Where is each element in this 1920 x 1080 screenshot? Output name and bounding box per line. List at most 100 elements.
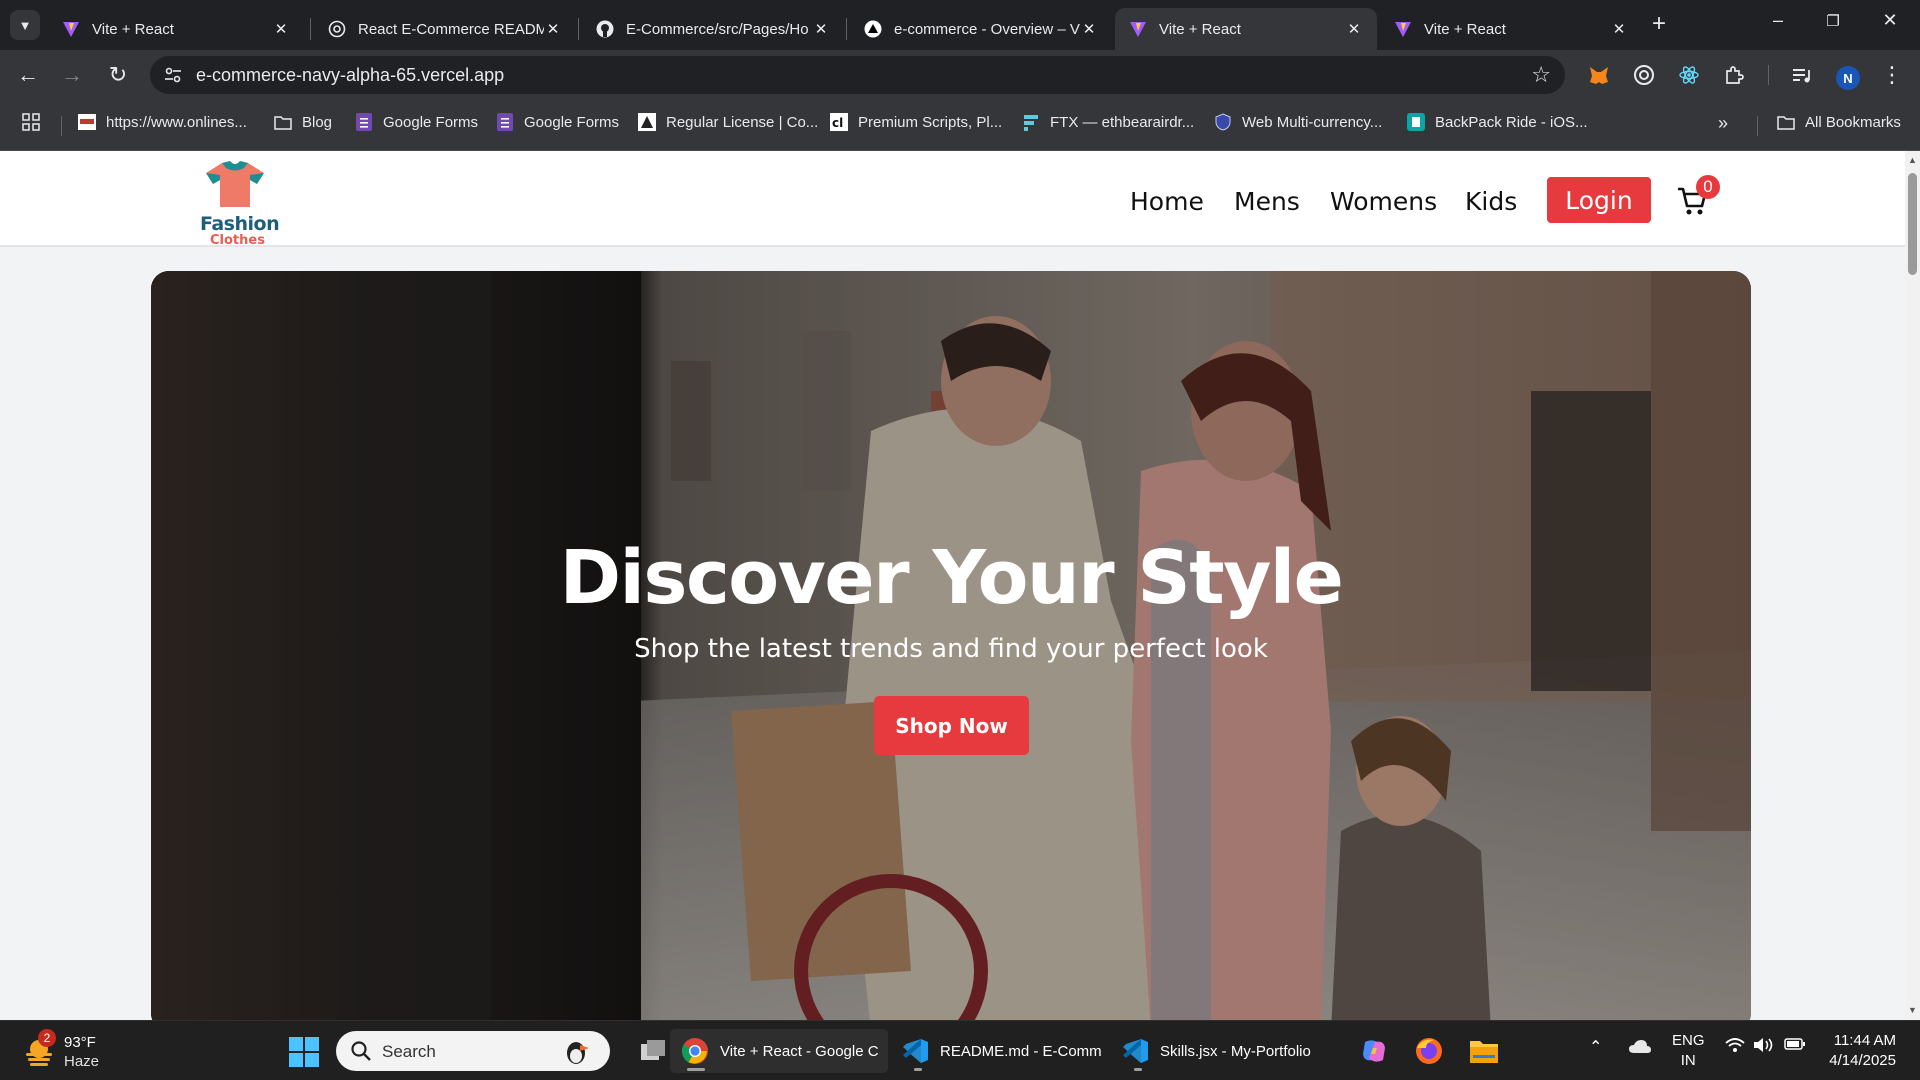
nav-link-mens[interactable]: Mens: [1234, 187, 1300, 216]
tab-4-active[interactable]: Vite + React ✕: [1115, 8, 1377, 50]
nav-link-home[interactable]: Home: [1130, 187, 1204, 216]
apps-grid-icon[interactable]: [22, 113, 40, 131]
weather-widget[interactable]: 2 93°F Haze: [20, 1029, 140, 1071]
bookmark-label: Premium Scripts, Pl...: [858, 113, 1003, 131]
close-icon[interactable]: ✕: [544, 20, 562, 38]
bookmark-label: Blog: [302, 113, 333, 131]
logo-text-bottom: Clothes: [210, 233, 265, 248]
bookmark-label: Web Multi-currency...: [1242, 113, 1383, 131]
restore-icon[interactable]: ❐: [1819, 12, 1847, 30]
tray-overflow-icon[interactable]: ⌃: [1589, 1037, 1602, 1057]
bookmark-item[interactable]: BackPack Ride - iOS...: [1407, 113, 1588, 131]
firefox-icon[interactable]: [1407, 1029, 1451, 1073]
page-viewport: Fashion Clothes Home Mens Womens Kids Lo…: [0, 151, 1905, 1020]
toolbar-divider: [1768, 65, 1769, 85]
close-icon[interactable]: ✕: [812, 20, 830, 38]
browser-toolbar: ← → ↻ e-commerce-navy-alpha-65.vercel.ap…: [0, 50, 1920, 100]
language-indicator[interactable]: ENG IN: [1672, 1031, 1705, 1071]
address-bar[interactable]: e-commerce-navy-alpha-65.vercel.app ☆: [150, 56, 1565, 94]
bookmark-item[interactable]: Blog: [274, 113, 332, 131]
taskbar-search[interactable]: Search: [336, 1031, 610, 1071]
scroll-thumb[interactable]: [1908, 173, 1917, 275]
cart-count-badge: 0: [1696, 175, 1720, 199]
taskbar-app-label: Vite + React - Google C: [720, 1042, 879, 1060]
tab-title: E-Commerce/src/Pages/Ho: [626, 20, 809, 38]
system-clock[interactable]: 11:44 AM 4/14/2025: [1829, 1031, 1896, 1071]
tab-2[interactable]: E-Commerce/src/Pages/Ho ✕: [582, 8, 844, 50]
tab-title: e-commerce - Overview – V: [894, 20, 1080, 38]
puffin-icon: [567, 1042, 589, 1064]
envato-icon: [638, 113, 656, 131]
reload-icon[interactable]: ↻: [104, 62, 132, 88]
bookmark-item[interactable]: FTX — ethbearairdr...: [1022, 113, 1194, 131]
new-tab-button[interactable]: +: [1652, 11, 1666, 37]
page-scrollbar[interactable]: ▲ ▼: [1905, 151, 1920, 1020]
all-bookmarks[interactable]: All Bookmarks: [1777, 113, 1901, 131]
lang-bottom: IN: [1680, 1052, 1696, 1069]
bookmark-item[interactable]: Regular License | Co...: [638, 113, 818, 131]
clock-time: 11:44 AM: [1833, 1032, 1896, 1049]
tab-3[interactable]: e-commerce - Overview – V ✕: [850, 8, 1112, 50]
scroll-down-icon[interactable]: ▼: [1908, 1005, 1917, 1015]
nav-link-womens[interactable]: Womens: [1330, 187, 1437, 216]
hero-banner: Discover Your Style Shop the latest tren…: [151, 271, 1751, 1020]
running-indicator: [1134, 1068, 1142, 1071]
close-icon[interactable]: ✕: [1345, 20, 1363, 38]
login-button[interactable]: Login: [1547, 177, 1651, 223]
vite-icon: [62, 20, 80, 38]
site-logo[interactable]: Fashion Clothes: [196, 159, 280, 248]
tab-1[interactable]: React E-Commerce READM ✕: [314, 8, 576, 50]
more-bookmarks-icon[interactable]: »: [1718, 113, 1728, 134]
bookmark-star-icon[interactable]: ☆: [1531, 62, 1551, 88]
battery-icon[interactable]: [1784, 1037, 1806, 1056]
search-placeholder: Search: [382, 1042, 436, 1061]
wifi-icon[interactable]: [1725, 1037, 1745, 1058]
close-icon[interactable]: ✕: [1610, 20, 1628, 38]
tab-0[interactable]: Vite + React ✕: [48, 8, 304, 50]
tab-separator: [846, 18, 847, 40]
taskbar-app-chrome[interactable]: Vite + React - Google C: [670, 1029, 888, 1073]
scroll-up-icon[interactable]: ▲: [1908, 155, 1917, 165]
close-icon[interactable]: ✕: [1080, 20, 1098, 38]
media-control-icon[interactable]: [1789, 63, 1813, 87]
copilot-icon[interactable]: [1352, 1029, 1396, 1073]
metamask-icon[interactable]: [1587, 63, 1611, 87]
taskbar-app-vscode-1[interactable]: README.md - E-Comm: [890, 1029, 1108, 1073]
react-devtools-icon[interactable]: [1677, 63, 1701, 87]
extensions-puzzle-icon[interactable]: [1722, 63, 1746, 87]
app-icon: [1407, 113, 1425, 131]
close-icon[interactable]: ✕: [272, 20, 290, 38]
windows-start-icon[interactable]: [289, 1037, 319, 1067]
onedrive-icon[interactable]: [1628, 1037, 1652, 1060]
profile-avatar[interactable]: N: [1836, 66, 1860, 90]
weather-badge: 2: [38, 1029, 56, 1047]
more-menu-icon[interactable]: ⋮: [1880, 62, 1904, 87]
tab-title: Vite + React: [1424, 20, 1506, 38]
bookmark-item[interactable]: https://www.onlines...: [78, 113, 247, 131]
bookmark-item[interactable]: Google Forms: [496, 113, 619, 131]
back-icon[interactable]: ←: [14, 62, 42, 88]
site-settings-icon[interactable]: [163, 65, 183, 85]
ftx-icon: [1022, 113, 1040, 131]
volume-icon[interactable]: [1753, 1037, 1775, 1058]
extension-circle-icon[interactable]: [1632, 63, 1656, 87]
close-window-icon[interactable]: ✕: [1876, 10, 1904, 31]
tab-search-button[interactable]: ▼: [10, 10, 40, 40]
file-explorer-icon[interactable]: [1462, 1029, 1506, 1073]
tab-5[interactable]: Vite + React ✕: [1380, 8, 1642, 50]
svg-text:cl: cl: [832, 116, 843, 130]
bookmark-divider: [1757, 116, 1758, 136]
vite-icon: [1394, 20, 1412, 38]
tab-separator: [578, 18, 579, 40]
bookmark-label: Regular License | Co...: [666, 113, 819, 131]
minimize-icon[interactable]: –: [1764, 10, 1792, 31]
nav-link-kids[interactable]: Kids: [1465, 187, 1517, 216]
taskbar-app-vscode-2[interactable]: Skills.jsx - My-Portfolio: [1110, 1029, 1330, 1073]
bookmark-item[interactable]: Web Multi-currency...: [1214, 113, 1382, 131]
shop-now-button[interactable]: Shop Now: [874, 696, 1029, 755]
forward-icon[interactable]: →: [58, 62, 86, 88]
bookmark-item[interactable]: cl Premium Scripts, Pl...: [830, 113, 1002, 131]
tab-title: Vite + React: [1159, 20, 1241, 38]
bookmark-item[interactable]: Google Forms: [355, 113, 478, 131]
task-view-icon[interactable]: [632, 1029, 674, 1073]
